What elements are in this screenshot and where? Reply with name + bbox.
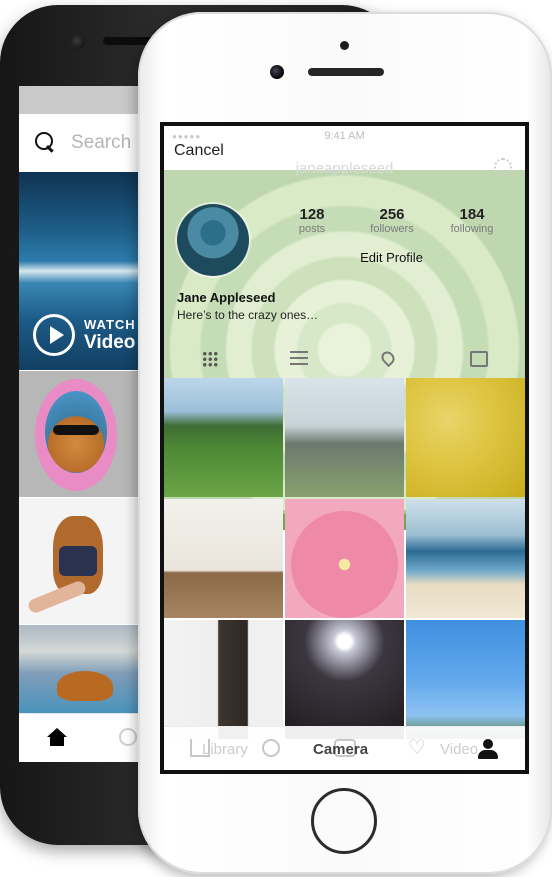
home-button[interactable] <box>311 788 377 854</box>
watch-video-overlay[interactable]: WATCH Video <box>33 314 136 356</box>
profile-icon[interactable] <box>478 739 498 759</box>
tab-video[interactable]: Video <box>440 741 478 758</box>
profile-name: Jane Appleseed <box>177 290 276 305</box>
watch-sub-label: Video <box>84 331 136 353</box>
edit-profile-button[interactable]: Edit Profile <box>282 246 501 270</box>
stat-value: 256 <box>379 206 405 223</box>
grid-photo-tower[interactable] <box>285 378 404 497</box>
stat-followers[interactable]: 256 followers <box>352 206 432 235</box>
stat-following[interactable]: 184 following <box>432 206 512 235</box>
grid-photo-park[interactable] <box>164 378 283 497</box>
tab-library[interactable]: Library <box>202 741 248 758</box>
front-camera-lens <box>270 65 284 79</box>
avatar[interactable] <box>177 204 249 276</box>
location-pin-icon[interactable] <box>378 348 398 368</box>
search-icon <box>35 132 57 154</box>
proximity-sensor <box>340 41 349 50</box>
cancel-button[interactable]: Cancel <box>174 142 224 160</box>
grid-photo-concert[interactable] <box>285 620 404 739</box>
stat-value: 128 <box>299 206 325 223</box>
front-phone: ●●●●● 9:41 AM Cancel janeappleseed 128 p… <box>138 12 552 874</box>
status-time: 9:41 AM <box>324 130 365 142</box>
earpiece-speaker <box>308 68 384 76</box>
search-tab-icon[interactable] <box>119 728 137 746</box>
profile-screen: ●●●●● 9:41 AM Cancel janeappleseed 128 p… <box>160 122 529 774</box>
mirror-shape <box>35 379 117 491</box>
search-tab-icon[interactable] <box>262 739 280 757</box>
profile-view-bar <box>164 338 525 378</box>
stat-value: 184 <box>459 206 485 223</box>
grid-photo-portrait[interactable] <box>164 620 283 739</box>
stat-posts[interactable]: 128 posts <box>272 206 352 235</box>
burger-shape <box>57 671 113 701</box>
grid-photo-interior[interactable] <box>164 499 283 618</box>
bottom-tab-bar: Library Camera ♡ Video <box>164 726 525 770</box>
home-icon[interactable] <box>47 728 67 746</box>
grid-photo-yellow[interactable] <box>406 378 525 497</box>
heart-icon[interactable]: ♡ <box>408 738 428 758</box>
search-input[interactable]: Search <box>71 132 131 154</box>
play-icon[interactable] <box>33 314 75 356</box>
grid-view-icon[interactable] <box>202 351 218 367</box>
grid-photo-beach[interactable] <box>406 499 525 618</box>
gear-icon[interactable] <box>494 158 512 176</box>
grid-photo-carnival[interactable] <box>406 620 525 739</box>
stat-label: following <box>450 223 494 235</box>
stat-label: followers <box>370 223 414 235</box>
stat-label: posts <box>298 223 326 235</box>
front-camera-lens <box>71 35 85 49</box>
tab-camera[interactable]: Camera <box>313 741 368 758</box>
watch-label: WATCH <box>84 316 136 332</box>
profile-username: janeappleseed <box>295 160 394 177</box>
grid-photo-flower[interactable] <box>285 499 404 618</box>
list-view-icon[interactable] <box>290 351 308 365</box>
tagged-photos-icon[interactable] <box>470 351 488 367</box>
profile-bio: Here’s to the crazy ones… <box>177 308 319 322</box>
